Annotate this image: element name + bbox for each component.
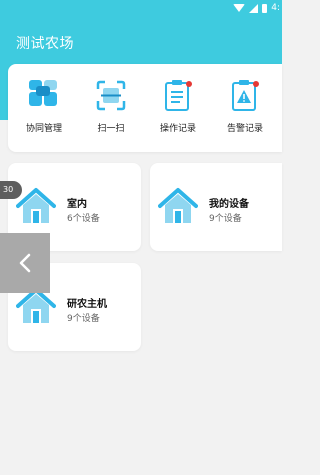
- device-count: 9个设备: [209, 214, 242, 224]
- battery-icon: [262, 3, 268, 13]
- floating-badge[interactable]: 30: [0, 181, 22, 199]
- quick-action-scan[interactable]: 扫一扫: [78, 64, 144, 152]
- chevron-left-icon: [19, 253, 31, 273]
- scan-icon: [96, 80, 126, 111]
- page-title: 测试农场: [16, 36, 74, 52]
- quick-action-label: 操作记录: [159, 124, 196, 134]
- quick-action-label: 协同管理: [25, 124, 62, 134]
- house-icon: [16, 188, 56, 223]
- status-time: 4:: [271, 3, 280, 13]
- device-count: 6个设备: [67, 214, 100, 224]
- operation-record-icon: [165, 80, 192, 111]
- device-card-my-devices[interactable]: 我的设备 9个设备: [150, 163, 282, 251]
- alarm-record-icon: [232, 80, 259, 111]
- signal-icon: [249, 3, 259, 13]
- device-name: 室内: [67, 199, 87, 210]
- device-name: 研农主机: [67, 299, 107, 310]
- house-icon: [158, 188, 198, 223]
- back-button[interactable]: [0, 233, 50, 293]
- device-name: 我的设备: [209, 199, 249, 210]
- wifi-icon: [233, 4, 246, 12]
- collaboration-icon: [29, 80, 57, 106]
- status-bar: 4:: [233, 0, 282, 16]
- quick-actions-card: 协同管理 扫一扫 操作记录 告警记录: [8, 64, 282, 152]
- quick-action-label: 告警记录: [226, 124, 263, 134]
- device-count: 9个设备: [67, 314, 100, 324]
- quick-action-collaboration[interactable]: 协同管理: [11, 64, 77, 152]
- quick-action-alarm-record[interactable]: 告警记录: [212, 64, 278, 152]
- quick-action-label: 扫一扫: [97, 124, 125, 134]
- quick-action-operation-record[interactable]: 操作记录: [145, 64, 211, 152]
